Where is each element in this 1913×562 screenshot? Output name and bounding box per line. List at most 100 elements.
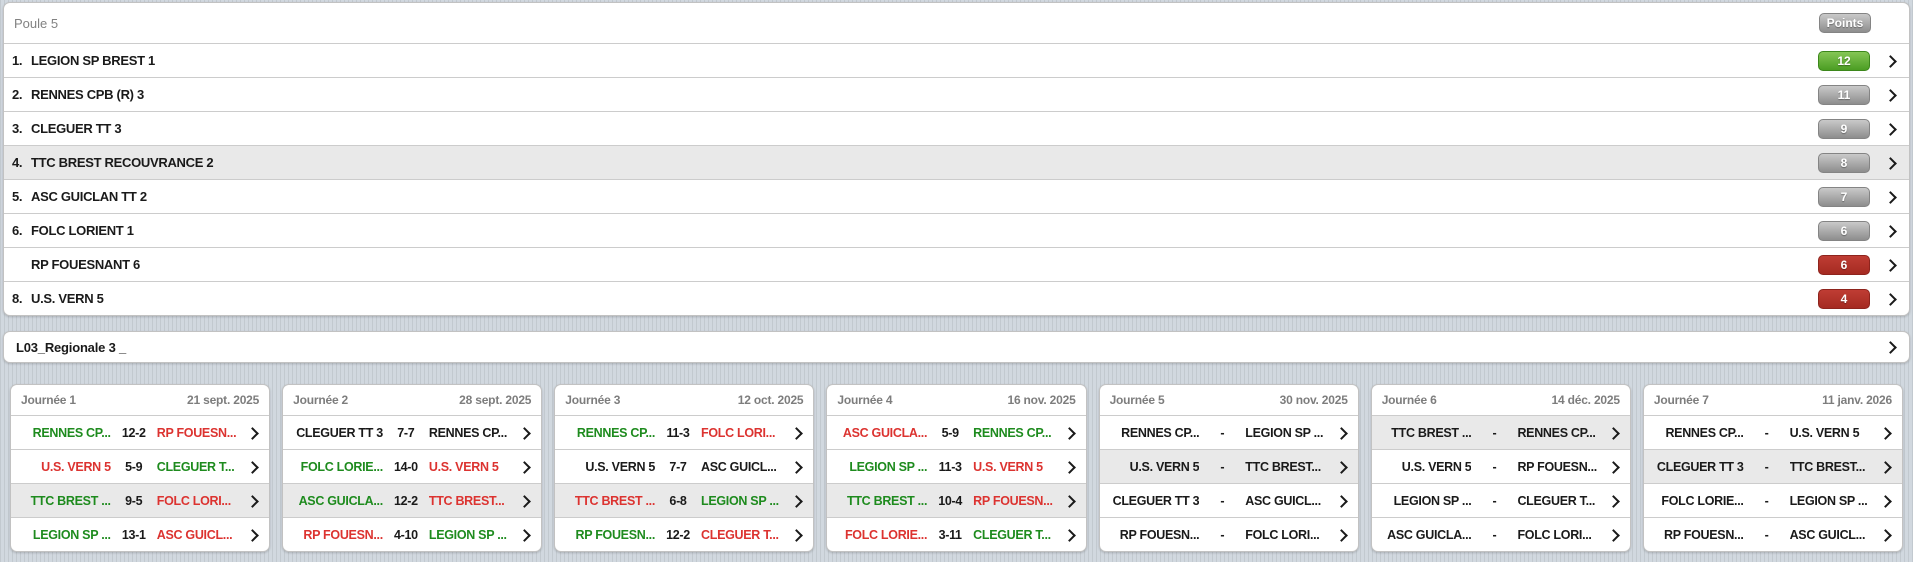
away-team-name: CLEGUER T... [1517,494,1603,508]
pool-title: Poule 5 [14,16,58,31]
match-row[interactable]: FOLC LORIE... 3-11 CLEGUER T... [827,517,1085,551]
chevron-right-icon [1608,461,1622,473]
match-score: 5-9 [111,460,157,474]
points-badge: 12 [1818,51,1870,71]
home-team-name: ASC GUICLA... [292,494,383,508]
away-team-name: FOLC LORI... [157,494,243,508]
match-row[interactable]: TTC BREST ... - RENNES CP... [1372,415,1630,449]
chevron-right-icon [247,495,261,507]
chevron-right-icon [247,461,261,473]
round-date: 14 déc. 2025 [1552,393,1620,407]
chevron-right-icon [1608,495,1622,507]
match-score: - [1471,426,1517,440]
match-row[interactable]: RENNES CP... - U.S. VERN 5 [1644,415,1902,449]
match-row[interactable]: TTC BREST ... 10-4 RP FOUESN... [827,483,1085,517]
away-team-name: FOLC LORI... [1517,528,1603,542]
match-row[interactable]: ASC GUICLA... 12-2 TTC BREST... [283,483,541,517]
home-team-name: TTC BREST ... [836,494,927,508]
match-row[interactable]: U.S. VERN 5 5-9 CLEGUER T... [11,449,269,483]
match-row[interactable]: ASC GUICLA... - FOLC LORI... [1372,517,1630,551]
match-row[interactable]: CLEGUER TT 3 7-7 RENNES CP... [283,415,541,449]
match-row[interactable]: RP FOUESN... 4-10 LEGION SP ... [283,517,541,551]
match-row[interactable]: TTC BREST ... 6-8 LEGION SP ... [555,483,813,517]
home-team-name: U.S. VERN 5 [1109,460,1200,474]
chevron-right-icon [791,427,805,439]
points-badge: 6 [1818,221,1870,241]
round-date: 12 oct. 2025 [738,393,804,407]
round-matches: RENNES CP... 12-2 RP FOUESN... U.S. VERN… [11,415,269,551]
chevron-right-icon [1064,529,1078,541]
match-row[interactable]: RP FOUESN... 12-2 CLEGUER T... [555,517,813,551]
match-row[interactable]: CLEGUER TT 3 - ASC GUICL... [1100,483,1358,517]
match-row[interactable]: RENNES CP... 12-2 RP FOUESN... [11,415,269,449]
home-team-name: U.S. VERN 5 [564,460,655,474]
match-row[interactable]: RENNES CP... 11-3 FOLC LORI... [555,415,813,449]
league-link[interactable]: L03_Regionale 3 _ [3,331,1910,363]
match-row[interactable]: FOLC LORIE... 14-0 U.S. VERN 5 [283,449,541,483]
points-badge: 9 [1818,119,1870,139]
standings-row[interactable]: 5. ASC GUICLAN TT 2 7 [4,179,1909,213]
match-row[interactable]: CLEGUER TT 3 - TTC BREST... [1644,449,1902,483]
standings-row[interactable]: RP FOUESNANT 6 6 [4,247,1909,281]
chevron-right-icon [1880,427,1894,439]
home-team-name: RP FOUESN... [1109,528,1200,542]
standings-row[interactable]: 4. TTC BREST RECOUVRANCE 2 8 [4,145,1909,179]
match-row[interactable]: U.S. VERN 5 - TTC BREST... [1100,449,1358,483]
round-card: Journée 2 28 sept. 2025 CLEGUER TT 3 7-7… [282,384,542,552]
home-team-name: LEGION SP ... [836,460,927,474]
match-row[interactable]: U.S. VERN 5 - RP FOUESN... [1372,449,1630,483]
away-team-name: RP FOUESN... [1517,460,1603,474]
round-date: 30 nov. 2025 [1280,393,1348,407]
standings-row[interactable]: 2. RENNES CPB (R) 3 11 [4,77,1909,111]
match-row[interactable]: ASC GUICLA... 5-9 RENNES CP... [827,415,1085,449]
away-team-name: FOLC LORI... [1245,528,1331,542]
match-score: 7-7 [383,426,429,440]
away-team-name: CLEGUER T... [157,460,243,474]
standings-row[interactable]: 1. LEGION SP BREST 1 12 [4,43,1909,77]
home-team-name: U.S. VERN 5 [1381,460,1472,474]
round-date: 11 janv. 2026 [1822,393,1892,407]
rank-label: 5. [12,189,31,204]
match-row[interactable]: LEGION SP ... 13-1 ASC GUICL... [11,517,269,551]
away-team-name: TTC BREST... [1245,460,1331,474]
away-team-name: CLEGUER T... [973,528,1059,542]
round-header: Journée 4 16 nov. 2025 [827,385,1085,415]
round-header: Journée 3 12 oct. 2025 [555,385,813,415]
round-matches: RENNES CP... - U.S. VERN 5 CLEGUER TT 3 … [1644,415,1902,551]
away-team-name: RP FOUESN... [157,426,243,440]
home-team-name: FOLC LORIE... [1653,494,1744,508]
round-matches: CLEGUER TT 3 7-7 RENNES CP... FOLC LORIE… [283,415,541,551]
chevron-right-icon [1064,427,1078,439]
match-row[interactable]: RP FOUESN... - ASC GUICL... [1644,517,1902,551]
round-card: Journée 3 12 oct. 2025 RENNES CP... 11-3… [554,384,814,552]
match-row[interactable]: RP FOUESN... - FOLC LORI... [1100,517,1358,551]
away-team-name: ASC GUICL... [1245,494,1331,508]
match-row[interactable]: U.S. VERN 5 7-7 ASC GUICL... [555,449,813,483]
chevron-right-icon [1336,529,1350,541]
points-badge: 4 [1818,289,1870,309]
standings-panel: Poule 5 Points 1. LEGION SP BREST 1 12 2… [3,2,1910,316]
chevron-right-icon [1885,157,1897,169]
match-row[interactable]: FOLC LORIE... - LEGION SP ... [1644,483,1902,517]
chevron-right-icon [1880,461,1894,473]
standings-row[interactable]: 3. CLEGUER TT 3 9 [4,111,1909,145]
round-label: Journée 5 [1110,393,1165,407]
match-row[interactable]: RENNES CP... - LEGION SP ... [1100,415,1358,449]
points-column-badge: Points [1819,13,1871,33]
chevron-right-icon [519,461,533,473]
match-score: 14-0 [383,460,429,474]
home-team-name: CLEGUER TT 3 [1653,460,1744,474]
standings-rows: 1. LEGION SP BREST 1 12 2. RENNES CPB (R… [4,43,1909,315]
away-team-name: ASC GUICL... [157,528,243,542]
round-matches: ASC GUICLA... 5-9 RENNES CP... LEGION SP… [827,415,1085,551]
away-team-name: ASC GUICL... [1790,528,1876,542]
match-row[interactable]: LEGION SP ... 11-3 U.S. VERN 5 [827,449,1085,483]
home-team-name: RENNES CP... [20,426,111,440]
match-row[interactable]: LEGION SP ... - CLEGUER T... [1372,483,1630,517]
standings-row[interactable]: 6. FOLC LORIENT 1 6 [4,213,1909,247]
match-row[interactable]: TTC BREST ... 9-5 FOLC LORI... [11,483,269,517]
match-score: - [1471,494,1517,508]
standings-row[interactable]: 8. U.S. VERN 5 4 [4,281,1909,315]
home-team-name: LEGION SP ... [20,528,111,542]
chevron-right-icon [1064,461,1078,473]
